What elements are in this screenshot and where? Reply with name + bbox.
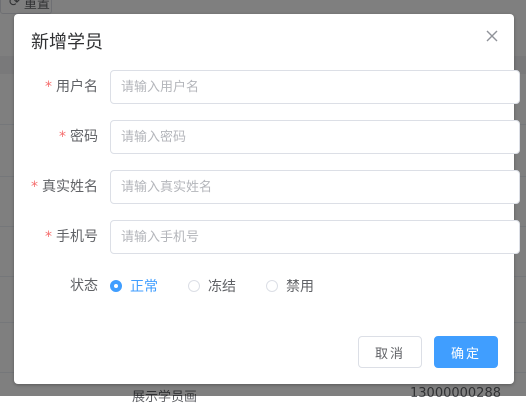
status-radio-frozen[interactable]: 冻结 [188, 276, 236, 296]
radio-button[interactable] [266, 280, 278, 292]
status-radio-disabled[interactable]: 禁用 [266, 276, 314, 296]
password-input[interactable] [110, 120, 520, 154]
phone-input[interactable] [110, 220, 520, 254]
password-label: * 密码 [59, 129, 98, 145]
required-mark: * [59, 129, 66, 145]
dialog-title: 新增学员 [31, 32, 103, 53]
phone-label: * 手机号 [45, 229, 98, 245]
radio-label: 正常 [130, 279, 158, 295]
add-student-dialog: 新增学员 *用户名 *密码 *真实姓名 *手机号 状态 正常 冻结 [14, 14, 520, 384]
required-mark: * [45, 79, 52, 95]
cancel-button[interactable]: 取消 [358, 336, 422, 368]
required-mark: * [45, 229, 52, 245]
form-row-real-name: * 真实姓名 [14, 170, 520, 204]
form-row-username: * 用户名 [14, 70, 520, 104]
real-name-input[interactable] [110, 170, 520, 204]
required-mark: * [31, 179, 38, 195]
status-radio-normal[interactable]: 正常 [110, 276, 158, 296]
close-icon[interactable] [484, 28, 500, 44]
radio-button-checked[interactable] [110, 280, 122, 292]
form-row-password: * 密码 [14, 120, 520, 154]
confirm-button[interactable]: 确定 [434, 336, 498, 368]
username-input[interactable] [110, 70, 520, 104]
real-name-label: * 真实姓名 [31, 179, 98, 195]
form-row-phone: * 手机号 [14, 220, 520, 254]
status-label: 状态 [70, 278, 98, 294]
username-label: * 用户名 [45, 79, 98, 95]
radio-label: 冻结 [208, 279, 236, 295]
radio-label: 禁用 [286, 279, 314, 295]
form-row-status: 状态 正常 冻结 禁用 [14, 269, 514, 303]
radio-button[interactable] [188, 280, 200, 292]
status-radio-group: 正常 冻结 禁用 [110, 269, 344, 303]
